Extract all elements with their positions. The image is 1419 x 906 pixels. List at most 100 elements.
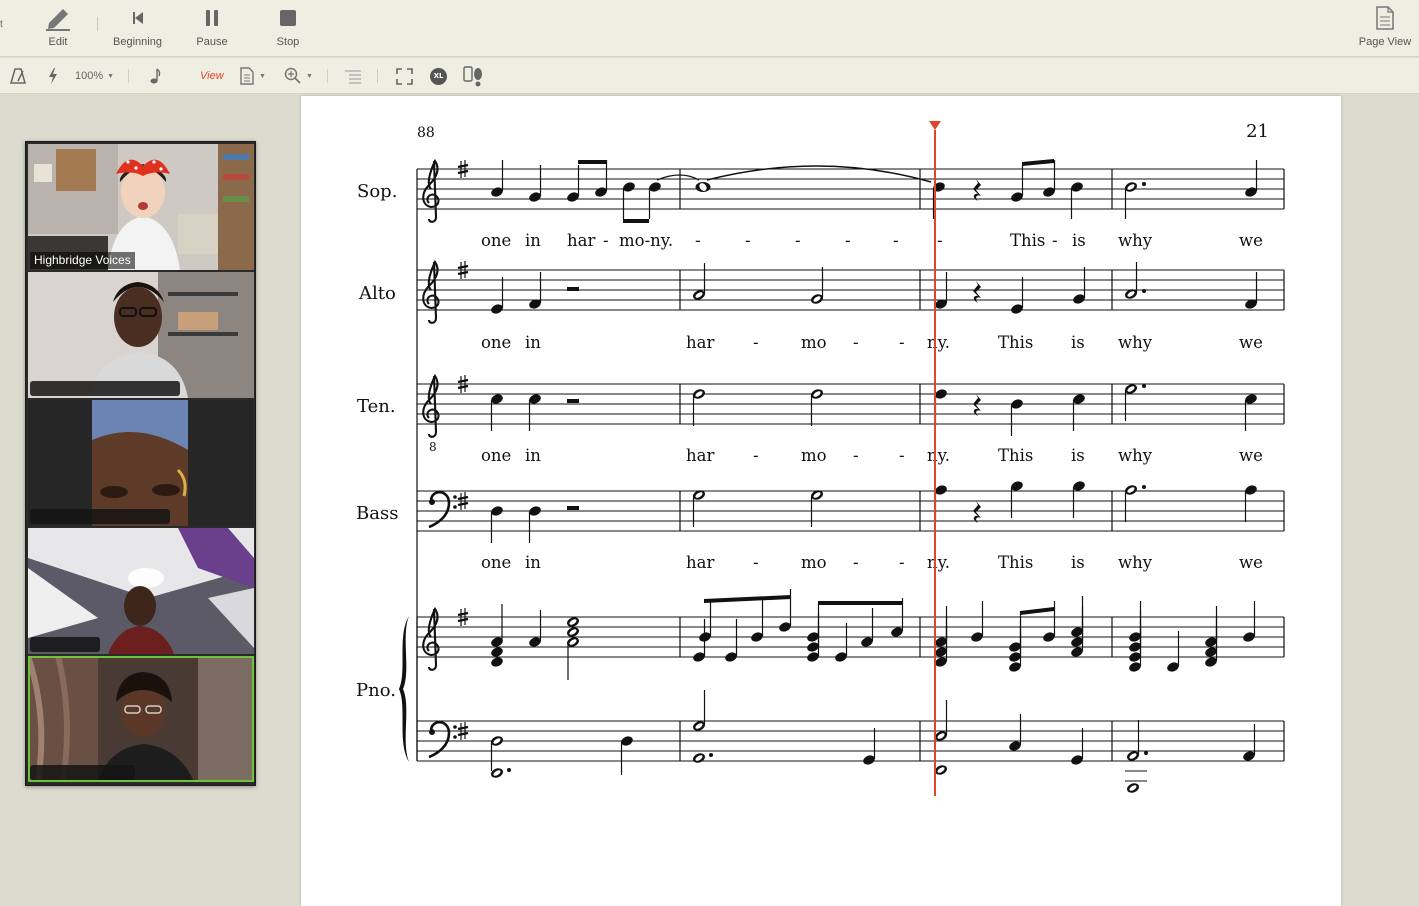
beam <box>704 595 791 603</box>
half-rest <box>567 506 579 510</box>
half-rest <box>567 399 579 403</box>
playhead-marker-icon[interactable] <box>929 121 941 130</box>
pause-button[interactable]: Pause <box>192 0 232 57</box>
beginning-button[interactable]: Beginning <box>110 0 165 57</box>
lyric-syllable: - <box>603 231 609 250</box>
piano-brace <box>399 616 409 762</box>
lyric-syllable: in <box>525 333 541 352</box>
lyric-syllable: - <box>937 231 943 250</box>
treble-clef <box>422 260 440 324</box>
beginning-label: Beginning <box>113 36 162 48</box>
treble-clef <box>422 159 440 223</box>
page-view-button[interactable]: Page View <box>1356 0 1414 57</box>
zoom-in-icon <box>284 67 301 84</box>
lyric-syllable: - <box>853 553 859 572</box>
dot <box>1142 182 1146 186</box>
notes-layer <box>489 159 1259 795</box>
list-button[interactable] <box>344 58 362 94</box>
lyric-syllable: why <box>1118 553 1153 572</box>
lyric-syllable: in <box>525 446 541 465</box>
page-layout-dropdown[interactable]: ▼ <box>239 58 266 94</box>
half-note <box>565 615 581 629</box>
score-page[interactable]: 88 21 Sop. Alto Ten. Bass Pno. 8 one in … <box>301 96 1341 906</box>
video-tile[interactable] <box>28 272 254 398</box>
zoom-in-dropdown[interactable]: ▼ <box>284 58 313 94</box>
lyrics-ten: one in har - mo - - ny. This is why we <box>481 446 1263 465</box>
document-icon <box>240 67 254 85</box>
flash-button[interactable] <box>47 58 59 94</box>
zoom-value: 100% <box>75 70 104 82</box>
lyric-syllable: ny. <box>927 333 950 352</box>
lyric-syllable: - <box>899 553 905 572</box>
beam <box>1022 159 1054 166</box>
lyric-syllable: - <box>899 446 905 465</box>
lyric-syllable: har <box>686 553 714 572</box>
edit-button[interactable]: Edit <box>38 0 78 57</box>
lyric-syllable: - <box>853 333 859 352</box>
lyric-syllable: - <box>745 231 751 250</box>
lyric-syllable: mo <box>801 553 827 572</box>
participant-name-redacted <box>30 637 100 652</box>
note-input-button[interactable] <box>150 58 162 94</box>
edit-pencil-icon <box>46 9 70 31</box>
toolbar-separator <box>97 17 98 31</box>
participant-name-redacted <box>30 765 135 780</box>
toolbar-edge-mark: t <box>0 19 3 30</box>
lyric-syllable: This <box>998 553 1033 572</box>
lyric-syllable: mo <box>801 446 827 465</box>
toolbar-separator <box>327 69 328 83</box>
lyric-syllable: one <box>481 333 511 352</box>
lyric-syllable: is <box>1071 333 1085 352</box>
lyric-syllable: - <box>893 231 899 250</box>
participant-video <box>28 528 254 654</box>
metronome-button[interactable] <box>10 58 26 94</box>
chevron-down-icon: ▼ <box>306 72 313 80</box>
lyrics-sop: one in har - mo-ny. - - - - - - This - i… <box>481 231 1263 250</box>
beam <box>578 160 606 164</box>
stop-label: Stop <box>276 36 300 48</box>
lyric-syllable: - <box>853 446 859 465</box>
beam <box>818 601 902 605</box>
chevron-down-icon: ▼ <box>107 72 115 80</box>
dot <box>1142 485 1146 489</box>
list-icon <box>345 70 361 84</box>
participant-video <box>28 400 254 526</box>
lyric-syllable: ny. <box>927 553 950 572</box>
video-tile[interactable] <box>28 400 254 526</box>
fullscreen-button[interactable] <box>396 58 413 94</box>
quarter-rest <box>973 179 981 201</box>
stop-icon <box>280 10 296 26</box>
bass-clef <box>427 720 459 759</box>
staff-label-sop: Sop. <box>357 181 397 202</box>
lyric-syllable: is <box>1072 231 1086 250</box>
lyric-syllable: mo <box>801 333 827 352</box>
toolbar-separator <box>128 69 129 83</box>
stop-button[interactable]: Stop <box>268 0 308 57</box>
whole-note <box>695 181 711 193</box>
lyric-syllable: why <box>1118 333 1153 352</box>
video-tile-active-speaker[interactable] <box>28 656 254 782</box>
chevron-down-icon: ▼ <box>259 72 266 80</box>
lyric-syllable: - <box>845 231 851 250</box>
beam <box>1020 607 1054 615</box>
video-call-panel: Highbridge Voices <box>25 141 256 786</box>
video-tile[interactable]: Highbridge Voices <box>28 144 254 270</box>
video-tile[interactable] <box>28 528 254 654</box>
lightning-icon <box>49 68 57 84</box>
dot <box>709 753 713 757</box>
xl-size-button[interactable]: XL <box>430 58 447 94</box>
footsteps-icon <box>463 66 482 87</box>
participant-name-redacted <box>30 381 180 396</box>
lyric-syllable: why <box>1118 231 1153 250</box>
half-rest <box>567 287 579 291</box>
lyric-syllable: in <box>525 231 541 250</box>
view-label: View <box>200 70 224 82</box>
lyric-syllable: one <box>481 446 511 465</box>
main-toolbar: t Edit Beginning Pause Stop Page View <box>0 0 1419 57</box>
skip-back-icon <box>132 12 143 24</box>
view-menu[interactable]: View <box>200 58 224 94</box>
zoom-dropdown[interactable]: 100% ▼ <box>75 58 114 94</box>
lyric-syllable: - <box>899 333 905 352</box>
footprint-button[interactable] <box>463 58 485 94</box>
lyric-syllable: har <box>686 446 714 465</box>
